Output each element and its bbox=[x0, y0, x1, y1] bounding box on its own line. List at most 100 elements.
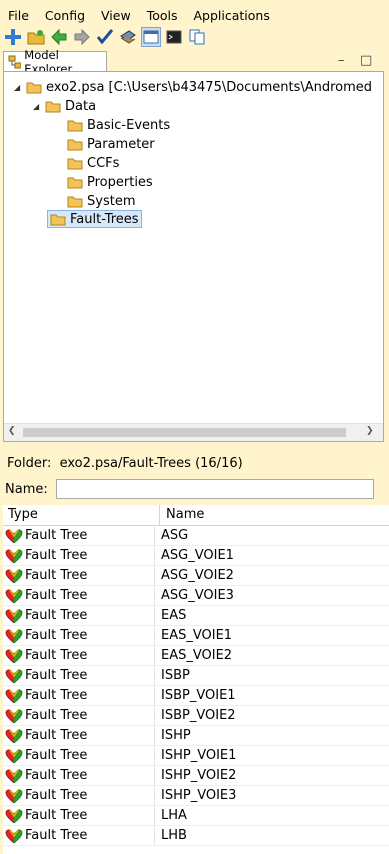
type-text: Fault Tree bbox=[25, 608, 88, 623]
table-row[interactable]: Fault Tree EAS bbox=[3, 606, 389, 626]
table-row[interactable]: Fault Tree LHA bbox=[3, 806, 389, 826]
expand-triangle-icon[interactable]: ◢ bbox=[33, 102, 45, 111]
fault-tree-icon bbox=[5, 789, 23, 803]
table-row[interactable]: Fault Tree ISBP_VOIE2 bbox=[3, 706, 389, 726]
name-cell: EAS_VOIE1 bbox=[161, 628, 233, 643]
type-cell: Fault Tree bbox=[3, 726, 155, 745]
name-cell: ISBP bbox=[161, 668, 190, 683]
table-row[interactable]: Fault Tree ISBP bbox=[3, 666, 389, 686]
database-icon[interactable] bbox=[118, 27, 138, 47]
folder-icon bbox=[67, 120, 83, 131]
fault-tree-icon bbox=[5, 609, 23, 623]
name-cell: ASG bbox=[161, 528, 189, 543]
type-cell: Fault Tree bbox=[3, 706, 155, 725]
table-row[interactable]: Fault Tree ISHP bbox=[3, 726, 389, 746]
tree-node-system[interactable]: System bbox=[67, 192, 135, 210]
column-header-name[interactable]: Name bbox=[160, 505, 204, 525]
scrollbar-thumb[interactable] bbox=[23, 428, 346, 437]
type-text: Fault Tree bbox=[25, 588, 88, 603]
fault-tree-icon bbox=[5, 749, 23, 763]
type-text: Fault Tree bbox=[25, 528, 88, 543]
menu-config[interactable]: Config bbox=[37, 6, 85, 26]
fault-tree-icon bbox=[5, 649, 23, 663]
type-cell: Fault Tree bbox=[3, 546, 155, 565]
table-row[interactable]: Fault Tree ISHP_VOIE1 bbox=[3, 746, 389, 766]
menu-tools[interactable]: Tools bbox=[139, 6, 178, 26]
table-row[interactable]: Fault Tree ISHP_VOIE2 bbox=[3, 766, 389, 786]
name-cell: ASG_VOIE2 bbox=[161, 568, 234, 583]
tree-node-parameter[interactable]: Parameter bbox=[67, 135, 155, 153]
table-row[interactable]: Fault Tree EAS_VOIE2 bbox=[3, 646, 389, 666]
name-input[interactable] bbox=[56, 479, 374, 499]
type-cell: Fault Tree bbox=[3, 566, 155, 585]
new-folder-icon[interactable] bbox=[26, 27, 46, 47]
column-header-type[interactable]: Type bbox=[3, 505, 160, 525]
type-text: Fault Tree bbox=[25, 808, 88, 823]
back-arrow-icon[interactable] bbox=[49, 27, 69, 47]
type-text: Fault Tree bbox=[25, 568, 88, 583]
table-row[interactable]: Fault Tree ASG_VOIE1 bbox=[3, 546, 389, 566]
name-cell: ISBP_VOIE1 bbox=[161, 688, 236, 703]
tree-node-data[interactable]: ◢ Data bbox=[33, 97, 96, 115]
type-cell: Fault Tree bbox=[3, 526, 155, 545]
tree-node-basic-events[interactable]: Basic-Events bbox=[67, 116, 170, 134]
type-text: Fault Tree bbox=[25, 768, 88, 783]
tree-node-properties[interactable]: Properties bbox=[67, 173, 153, 191]
name-cell: ISHP bbox=[161, 728, 191, 743]
menu-applications[interactable]: Applications bbox=[186, 6, 270, 26]
name-cell: LHB bbox=[161, 828, 187, 843]
name-cell: ISHP_VOIE1 bbox=[161, 748, 237, 763]
name-cell: LHA bbox=[161, 808, 187, 823]
type-text: Fault Tree bbox=[25, 548, 88, 563]
type-cell: Fault Tree bbox=[3, 646, 155, 665]
tree-node-root[interactable]: ◢ exo2.psa [C:\Users\b43475\Documents\An… bbox=[14, 78, 372, 96]
fault-tree-icon bbox=[5, 669, 23, 683]
folder-value: exo2.psa/Fault-Trees (16/16) bbox=[59, 456, 243, 471]
table-row[interactable]: Fault Tree EAS_VOIE1 bbox=[3, 626, 389, 646]
type-text: Fault Tree bbox=[25, 828, 88, 843]
type-cell: Fault Tree bbox=[3, 746, 155, 765]
tree-node-fault-trees[interactable]: Fault-Trees bbox=[47, 210, 142, 228]
name-cell: ASG_VOIE1 bbox=[161, 548, 234, 563]
name-cell: ISHP_VOIE2 bbox=[161, 768, 237, 783]
forward-arrow-icon[interactable] bbox=[72, 27, 92, 47]
scroll-right-icon[interactable]: ❯ bbox=[366, 426, 374, 436]
tab-model-explorer[interactable]: Model Explorer bbox=[3, 48, 107, 76]
folder-path: Folder: exo2.psa/Fault-Trees (16/16) bbox=[7, 456, 243, 471]
maximize-icon[interactable]: □ bbox=[360, 53, 372, 68]
fault-tree-icon bbox=[5, 809, 23, 823]
table-row[interactable]: Fault Tree ASG_VOIE3 bbox=[3, 586, 389, 606]
window-icon[interactable] bbox=[141, 27, 161, 47]
table-row[interactable]: Fault Tree ASG bbox=[3, 526, 389, 546]
check-icon[interactable] bbox=[95, 27, 115, 47]
type-text: Fault Tree bbox=[25, 628, 88, 643]
type-cell: Fault Tree bbox=[3, 806, 155, 825]
table-row[interactable]: Fault Tree ISHP_VOIE3 bbox=[3, 786, 389, 806]
fault-tree-icon bbox=[5, 589, 23, 603]
fault-tree-icon bbox=[5, 689, 23, 703]
tree-node-label: Basic-Events bbox=[87, 117, 171, 133]
console-icon[interactable] bbox=[164, 27, 184, 47]
type-cell: Fault Tree bbox=[3, 586, 155, 605]
type-cell: Fault Tree bbox=[3, 606, 155, 625]
folder-icon bbox=[45, 101, 61, 112]
fault-tree-icon bbox=[5, 769, 23, 783]
name-cell: ISHP_VOIE3 bbox=[161, 788, 237, 803]
tree-node-ccfs[interactable]: CCFs bbox=[67, 154, 119, 172]
fault-tree-icon bbox=[5, 629, 23, 643]
expand-triangle-icon[interactable]: ◢ bbox=[14, 83, 26, 92]
horizontal-scrollbar[interactable]: ❮ ❯ bbox=[4, 423, 383, 441]
menu-view[interactable]: View bbox=[93, 6, 131, 26]
scroll-left-icon[interactable]: ❮ bbox=[8, 426, 16, 436]
type-text: Fault Tree bbox=[25, 648, 88, 663]
menu-file[interactable]: File bbox=[0, 6, 29, 26]
table-row[interactable]: Fault Tree ASG_VOIE2 bbox=[3, 566, 389, 586]
table-row[interactable]: Fault Tree LHB bbox=[3, 826, 389, 846]
minimize-icon[interactable]: – bbox=[338, 53, 345, 68]
table-header: Type Name bbox=[3, 505, 389, 526]
copy-icon[interactable] bbox=[187, 27, 207, 47]
fault-tree-table: Type Name Fault Tree ASG Fault Tree ASG_VOI… bbox=[3, 505, 389, 854]
add-icon[interactable] bbox=[3, 27, 23, 47]
tree-node-label: Properties bbox=[87, 174, 153, 190]
table-row[interactable]: Fault Tree ISBP_VOIE1 bbox=[3, 686, 389, 706]
